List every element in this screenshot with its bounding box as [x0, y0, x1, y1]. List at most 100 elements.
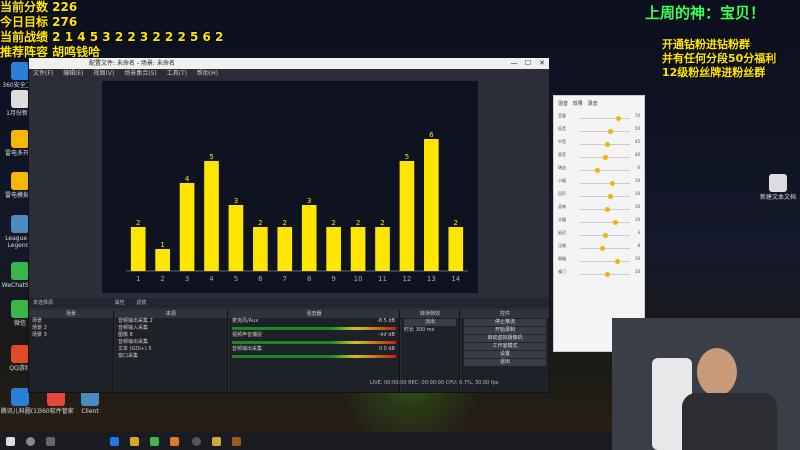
- weekly-god-title: 上周的神：宝贝！: [645, 4, 766, 22]
- effect-slider-row: 大幅 10: [558, 217, 640, 228]
- source-item[interactable]: 图像 8: [115, 332, 227, 339]
- studio-mode-button[interactable]: 工作室模式: [464, 343, 546, 350]
- menu-view[interactable]: 视图(V): [93, 70, 114, 77]
- effect-slider-knob[interactable]: [605, 207, 610, 212]
- menu-tools[interactable]: 工具(T): [167, 70, 187, 77]
- app-icon[interactable]: [232, 437, 241, 446]
- bar: [375, 227, 390, 271]
- effect-slider-knob[interactable]: [607, 194, 613, 199]
- obs-preview[interactable]: 1 2 2 1 3 4 4 5 5 3 6 2 7 2 8 3 9 2 10 2 11 2 12 5 13 6 14 2: [102, 81, 478, 293]
- menu-scene-collection[interactable]: 场景集合(S): [124, 70, 157, 77]
- duration-row: 时长 300 ms: [404, 327, 435, 333]
- bar: [179, 183, 195, 271]
- taskbar: [0, 432, 612, 450]
- scene-item[interactable]: 场景: [29, 318, 113, 325]
- source-item[interactable]: 音频输出采集 2: [115, 318, 227, 325]
- effect-slider-track[interactable]: [580, 248, 630, 249]
- menu-file[interactable]: 文件(F): [33, 70, 53, 77]
- effect-slider-knob[interactable]: [610, 181, 615, 186]
- browser-icon[interactable]: [110, 437, 119, 446]
- data-label: 5: [405, 153, 409, 161]
- effect-slider-row: 小幅 10: [558, 178, 640, 189]
- effect-slider-knob[interactable]: [615, 259, 620, 264]
- effect-slider-track[interactable]: [580, 118, 630, 119]
- effect-slider-track[interactable]: [580, 222, 630, 223]
- task-view-icon[interactable]: [46, 437, 55, 446]
- effect-label: 混响: [558, 204, 566, 209]
- effect-label: 延迟: [558, 230, 566, 235]
- virtual-camera-button[interactable]: 启动虚拟摄像机: [464, 335, 546, 342]
- scene-item[interactable]: 场景 3: [29, 332, 113, 339]
- effect-slider-track[interactable]: [580, 261, 630, 262]
- desktop-shortcut-label: Client: [81, 408, 99, 415]
- exit-button[interactable]: 退出: [464, 359, 546, 366]
- mixer-track-label: 视频声音捕捉 -inf dB: [232, 332, 395, 338]
- stream-overlay-stats: 当前分数 226 今日目标 276 当前战绩 2 1 4 5 3 2 2 3 2…: [0, 0, 230, 60]
- effect-slider-track[interactable]: [580, 196, 630, 197]
- source-item[interactable]: 文本 (GDI+) 5: [115, 346, 227, 353]
- effect-label: 音量: [558, 113, 566, 118]
- data-label: 4: [185, 175, 190, 183]
- tab-record[interactable]: 录音: [588, 101, 598, 107]
- start-recording-button[interactable]: 开始录制: [464, 327, 546, 334]
- app-icon: [11, 62, 29, 80]
- settings-button[interactable]: 设置: [464, 351, 546, 358]
- minimize-icon[interactable]: —: [507, 58, 521, 69]
- x-tick-label: 4: [209, 275, 214, 283]
- bar: [253, 227, 268, 271]
- source-item[interactable]: 窗口采集: [115, 353, 227, 360]
- data-label: 2: [380, 219, 384, 227]
- audio-meter: [232, 341, 396, 344]
- tab-mix[interactable]: 混音: [558, 101, 568, 107]
- menu-edit[interactable]: 编辑(E): [63, 70, 83, 77]
- close-icon[interactable]: ✕: [535, 58, 549, 69]
- effect-slider-knob[interactable]: [595, 168, 600, 173]
- x-tick-label: 7: [283, 275, 287, 283]
- app-icon[interactable]: [170, 437, 179, 446]
- menu-help[interactable]: 帮助(H): [197, 70, 218, 77]
- folder-icon[interactable]: [130, 437, 139, 446]
- effect-label: 大幅: [558, 217, 566, 222]
- source-item[interactable]: 音频输入采集: [115, 325, 227, 332]
- scene-item[interactable]: 场景 2: [29, 325, 113, 332]
- audio-effects-panel: 混音 效果 录音 音量 70 低音 50 中音 45 高音 40 增益 0 小幅 10 回声 10 混响 10…: [553, 95, 645, 352]
- effect-slider-knob[interactable]: [602, 233, 608, 238]
- bar: [399, 161, 415, 271]
- effect-slider-knob[interactable]: [612, 220, 618, 225]
- effect-slider-track[interactable]: [580, 170, 630, 171]
- effect-slider-track[interactable]: [580, 183, 630, 184]
- effect-slider-row: 增益 0: [558, 165, 640, 176]
- desktop-shortcut[interactable]: 新建文本文档: [758, 174, 798, 201]
- effect-slider-knob[interactable]: [607, 129, 613, 134]
- stop-stream-button[interactable]: 停止推流: [464, 319, 546, 326]
- effect-slider-knob[interactable]: [600, 246, 605, 251]
- effect-slider-knob[interactable]: [602, 155, 608, 160]
- effect-slider-track[interactable]: [580, 131, 630, 132]
- x-tick-label: 13: [427, 275, 436, 283]
- filters-button[interactable]: 滤镜: [126, 300, 146, 306]
- effect-label: 噪门: [558, 269, 566, 274]
- streamer-head: [697, 348, 737, 396]
- maximize-icon[interactable]: ☐: [521, 58, 535, 69]
- properties-button[interactable]: 属性: [55, 300, 125, 306]
- tab-effects[interactable]: 效果: [573, 101, 583, 107]
- source-item[interactable]: 音频输出采集: [115, 339, 227, 346]
- scenes-dock: 场景 场景 场景 2 场景 3: [29, 310, 114, 392]
- webcam-feed: [612, 318, 800, 450]
- streamer-body: [682, 393, 777, 450]
- obs-icon[interactable]: [192, 437, 201, 446]
- effect-slider-row: 音量 70: [558, 113, 640, 124]
- effect-label: 增益: [558, 165, 566, 170]
- effect-slider-knob[interactable]: [605, 272, 610, 277]
- duration-input[interactable]: 300 ms: [416, 327, 435, 333]
- search-icon[interactable]: [26, 437, 35, 446]
- app-icon[interactable]: [150, 437, 159, 446]
- app-icon[interactable]: [212, 437, 221, 446]
- start-icon[interactable]: [6, 437, 15, 446]
- effect-slider-knob[interactable]: [616, 116, 621, 121]
- effect-slider-knob[interactable]: [605, 142, 610, 147]
- promo-line-3: 12级粉丝牌进粉丝群: [662, 66, 766, 79]
- effect-slider-row: 回声 10: [558, 191, 640, 202]
- effect-slider-row: 低音 50: [558, 126, 640, 137]
- transition-select[interactable]: 淡出: [404, 319, 456, 326]
